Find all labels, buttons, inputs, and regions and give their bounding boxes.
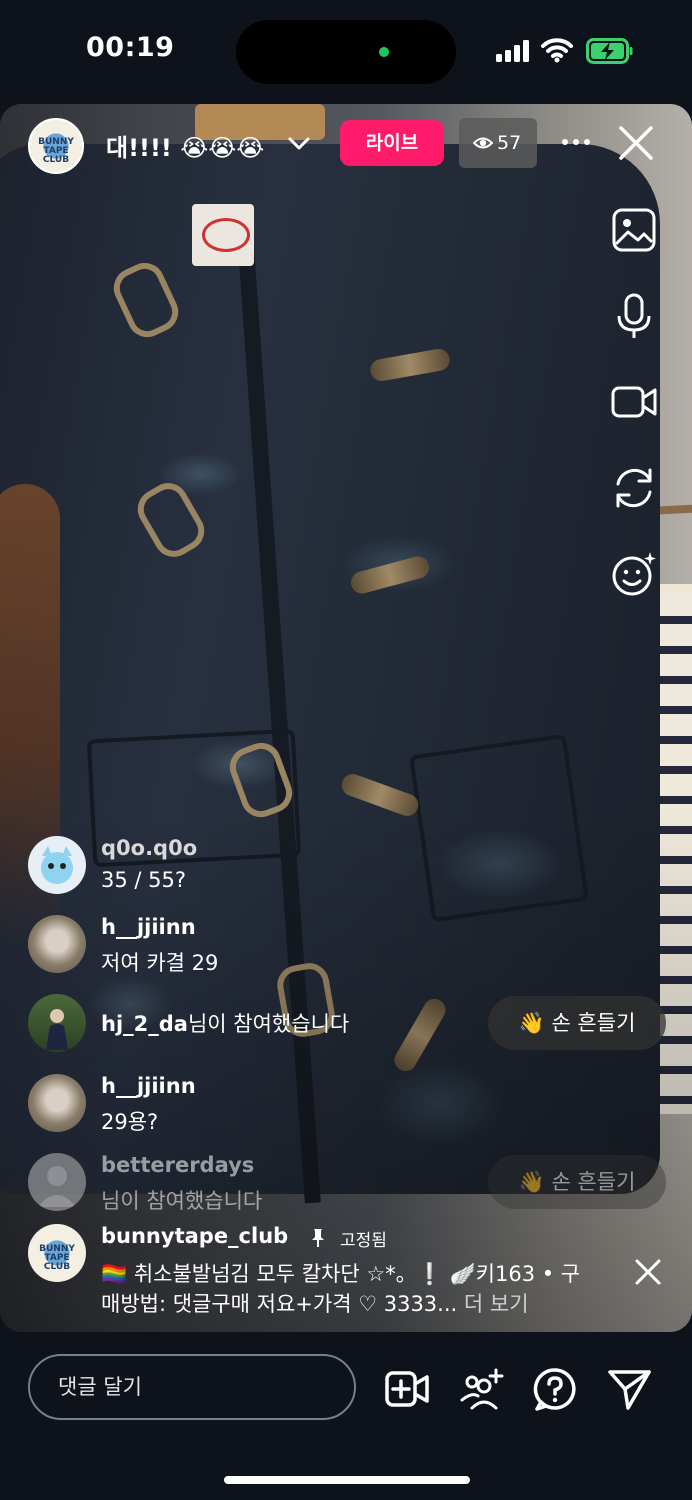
add-guest-icon[interactable] <box>458 1366 504 1412</box>
toggle-button <box>348 554 432 596</box>
commenter-avatar[interactable] <box>28 1153 86 1211</box>
dynamic-island <box>236 20 456 84</box>
toggle-button <box>368 347 452 383</box>
comment-username[interactable]: h__jjiinn <box>101 915 196 939</box>
comment-text: 29용? <box>101 1110 159 1134</box>
join-suffix: 님이 참여했습니다 <box>101 1189 263 1213</box>
live-title[interactable]: 대!!!! 😭😭😭 <box>106 128 264 163</box>
host-avatar[interactable]: BUNNY TAPE CLUB <box>28 118 84 174</box>
close-icon[interactable] <box>617 124 655 162</box>
toggle-loop <box>107 256 185 344</box>
wave-hand-icon: 👋 <box>518 1170 545 1194</box>
comment-username[interactable]: bettererdays <box>101 1153 254 1177</box>
pinned-comment: BUNNY TAPE CLUB bunnytape_club 고정됨 🏳️‍🌈 … <box>28 1224 678 1316</box>
video-camera-icon[interactable] <box>610 378 658 426</box>
camera-flip-icon[interactable] <box>610 464 658 512</box>
join-suffix: 님이 참여했습니다 <box>187 1012 350 1036</box>
comment-item: q0o.q0o 35 / 55? <box>28 836 678 896</box>
close-icon[interactable] <box>634 1258 662 1286</box>
join-notice: bettererdays 님이 참여했습니다 👋 손 흔들기 <box>28 1153 678 1213</box>
pinned-commenter-avatar[interactable]: BUNNY TAPE CLUB <box>28 1224 86 1282</box>
see-more-link[interactable]: 더 보기 <box>464 1292 529 1316</box>
question-icon[interactable] <box>532 1366 578 1412</box>
viewer-count: 57 <box>497 132 522 154</box>
live-badge: 라이브 <box>340 120 444 166</box>
bunnytape-logo: BUNNY TAPE CLUB <box>34 124 78 168</box>
pinned-username[interactable]: bunnytape_club <box>101 1224 288 1248</box>
send-icon[interactable] <box>606 1366 652 1412</box>
add-video-icon[interactable] <box>384 1366 430 1412</box>
commenter-avatar[interactable] <box>28 1074 86 1132</box>
comment-item: h__jjiinn 저여 카결 29 <box>28 915 678 975</box>
comment-username[interactable]: q0o.q0o <box>101 836 197 860</box>
wave-label: 손 흔들기 <box>551 1011 636 1035</box>
microphone-icon[interactable] <box>610 292 658 340</box>
pinned-label: 고정됨 <box>340 1231 387 1251</box>
status-time: 00:19 <box>86 32 175 63</box>
comment-input[interactable] <box>28 1354 356 1420</box>
wave-label: 손 흔들기 <box>551 1170 636 1194</box>
commenter-avatar[interactable] <box>28 836 86 894</box>
coat-brand-label <box>192 204 254 266</box>
cellular-signal-icon <box>496 40 529 62</box>
comment-username[interactable]: h__jjiinn <box>101 1074 196 1098</box>
comment-username[interactable]: hj_2_da <box>101 1012 188 1036</box>
chevron-down-icon[interactable] <box>286 130 312 156</box>
comment-item: h__jjiinn 29용? <box>28 1074 678 1134</box>
wifi-icon <box>541 38 573 63</box>
comment-text: 35 / 55? <box>101 868 187 892</box>
face-effects-icon[interactable] <box>610 550 658 598</box>
join-notice: hj_2_da님이 참여했습니다 👋 손 흔들기 <box>28 994 678 1054</box>
wave-button[interactable]: 👋 손 흔들기 <box>488 1155 666 1209</box>
commenter-avatar[interactable] <box>28 994 86 1052</box>
bottom-bar <box>0 1332 692 1500</box>
live-top-bar: BUNNY TAPE CLUB 대!!!! 😭😭😭 라이브 57 <box>0 104 692 184</box>
viewer-count-badge[interactable]: 57 <box>459 118 537 168</box>
pinned-text: 🏳️‍🌈 취소불발넘김 모두 칼차단 ☆*。❕ 🪽키163 • 구 <box>101 1262 581 1286</box>
more-icon[interactable] <box>560 126 592 158</box>
wave-hand-icon: 👋 <box>518 1011 545 1035</box>
toggle-loop <box>130 475 212 565</box>
pin-icon <box>312 1229 324 1247</box>
join-message: hj_2_da님이 참여했습니다 <box>101 1008 349 1038</box>
battery-charging-icon <box>586 38 633 64</box>
wave-button[interactable]: 👋 손 흔들기 <box>488 996 666 1050</box>
camera-indicator-dot <box>379 47 389 57</box>
home-indicator[interactable] <box>224 1476 470 1484</box>
comment-text: 저여 카결 29 <box>101 951 219 975</box>
status-bar: 00:19 <box>0 0 692 104</box>
eye-icon <box>473 137 493 149</box>
live-video-view[interactable] <box>0 104 692 1332</box>
commenter-avatar[interactable] <box>28 915 86 973</box>
gallery-icon[interactable] <box>610 206 658 254</box>
bunnytape-logo: BUNNY TAPE CLUB <box>35 1231 79 1275</box>
pinned-text-continued: 매방법: 댓글구매 저요+가격 ♡ 3333... 더 보기 <box>101 1292 529 1316</box>
